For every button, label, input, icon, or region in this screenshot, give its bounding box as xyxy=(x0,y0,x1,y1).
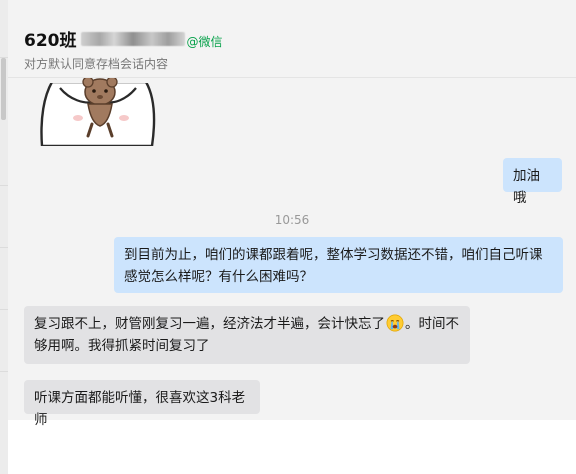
message-timestamp: 10:56 xyxy=(274,213,310,227)
wechat-tag: @微信 xyxy=(186,35,223,49)
message-bubble-other[interactable]: 听课方面都能听懂，很喜欢这3科老师 xyxy=(24,380,260,428)
scrollbar-thumb[interactable] xyxy=(1,58,6,120)
divider xyxy=(0,185,8,186)
title-row: 620班 @微信 xyxy=(24,26,223,51)
message-text: 加油哦 xyxy=(513,168,540,206)
chat-header: 620班 @微信 对方默认同意存档会话内容 xyxy=(8,0,576,78)
redacted-name xyxy=(80,32,185,46)
archive-notice: 对方默认同意存档会话内容 xyxy=(24,57,169,71)
message-text: 听课方面都能听懂，很喜欢这3科老师 xyxy=(34,390,246,428)
chat-title[interactable]: 620班 xyxy=(24,26,77,51)
chat-window: 620班 @微信 对方默认同意存档会话内容 加油哦 10:56 到目前为止，咱们… xyxy=(8,0,576,428)
message-text: 复习跟不上，财管刚复习一遍，经济法才半遍，会计快忘了 xyxy=(34,316,385,332)
divider xyxy=(0,309,8,310)
message-bubble-other[interactable]: 复习跟不上，财管刚复习一遍，经济法才半遍，会计快忘了 。时间不够用啊。我得抓紧时… xyxy=(24,306,470,364)
bear-sticker-icon xyxy=(38,78,158,146)
sticker-image[interactable] xyxy=(38,78,158,146)
divider xyxy=(0,247,8,248)
crying-face-icon xyxy=(386,314,404,332)
message-bubble-self[interactable]: 加油哦 xyxy=(503,158,562,206)
divider xyxy=(0,371,8,372)
message-text: 到目前为止，咱们的课都跟着呢，整体学习数据还不错，咱们自己听课感觉怎么样呢？有什… xyxy=(124,247,543,285)
left-panel-edge xyxy=(0,0,8,474)
message-bubble-self[interactable]: 到目前为止，咱们的课都跟着呢，整体学习数据还不错，咱们自己听课感觉怎么样呢？有什… xyxy=(114,237,563,293)
